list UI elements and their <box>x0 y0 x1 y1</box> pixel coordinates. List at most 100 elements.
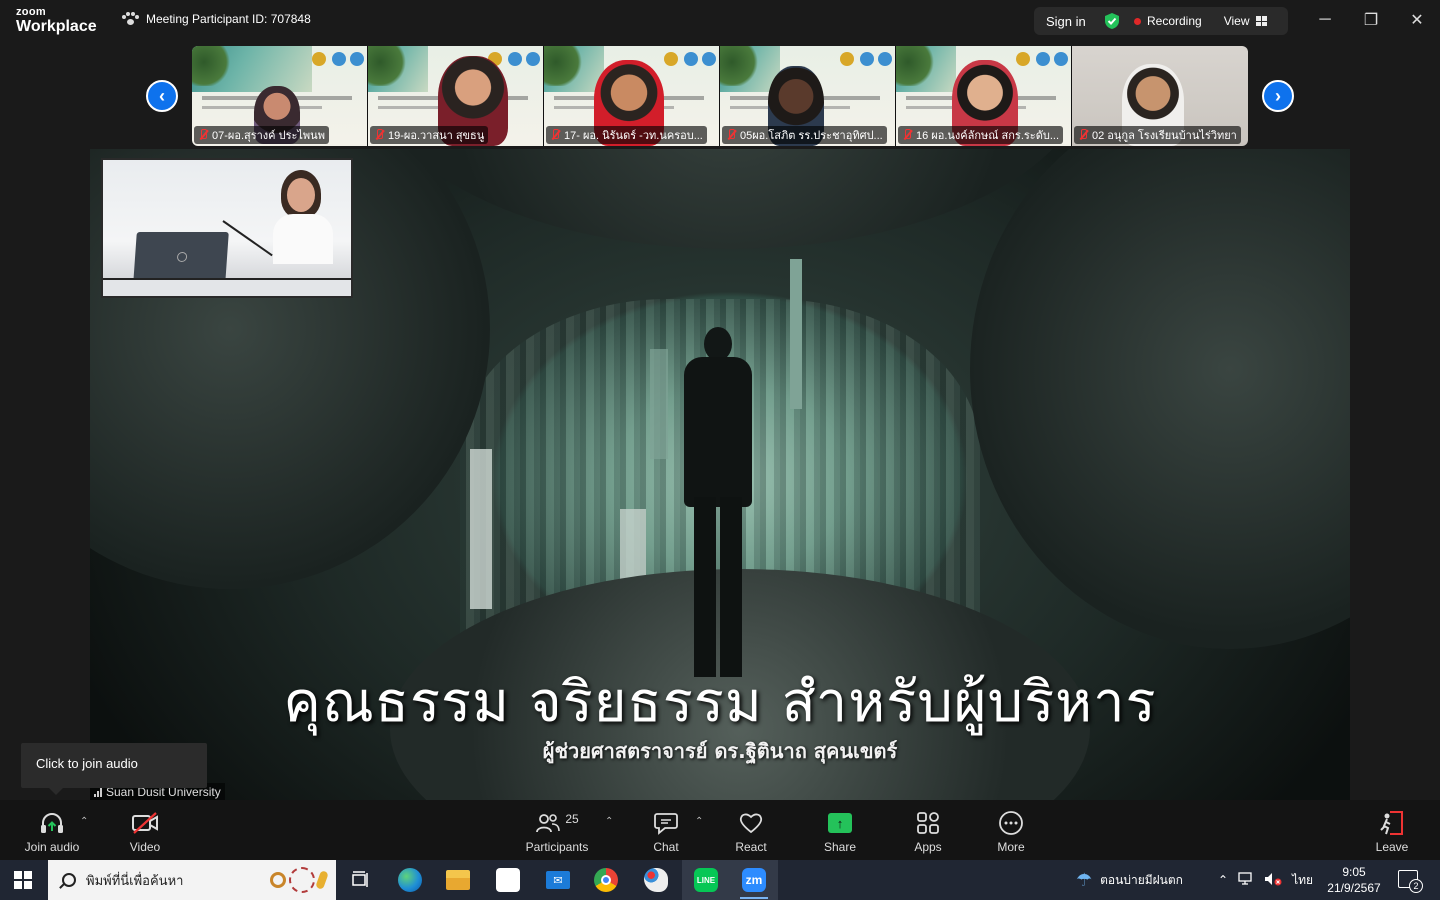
search-highlight-icon <box>270 866 330 894</box>
sign-in-button[interactable]: Sign in <box>1034 14 1104 29</box>
close-button[interactable]: ✕ <box>1402 8 1432 32</box>
top-right-controls: Sign in Recording View <box>1034 7 1288 35</box>
participants-icon: 25 <box>535 810 579 836</box>
chrome-browser-icon[interactable] <box>582 860 630 900</box>
share-button[interactable]: ↑ Share <box>818 810 862 856</box>
shield-check-icon[interactable] <box>1104 12 1120 30</box>
participant-tile[interactable]: 17- ผอ. นิรันดร์ -วท.นครอบ... <box>544 46 720 146</box>
participant-tile[interactable]: 07-ผอ.สุรางค์ ประไพนพ <box>192 46 368 146</box>
system-tray: ⌃ ไทย <box>1218 860 1313 900</box>
title-bar: zoom Workplace Meeting Participant ID: 7… <box>0 0 1440 42</box>
recording-dot-icon <box>1134 17 1141 25</box>
participant-name-label: 05ผอ.โสภิต รร.ประชาอุทิศป... <box>722 126 887 144</box>
laptop-shape <box>133 232 229 284</box>
join-audio-button[interactable]: Join audio <box>22 810 82 856</box>
mic-muted-icon <box>550 129 560 141</box>
slide-subtitle: ผู้ช่วยศาสตราจารย์ ดร.ฐิตินาถ สุคนเขตร์ <box>542 739 898 763</box>
mic-muted-icon <box>1078 129 1088 141</box>
microsoft-store-icon[interactable] <box>484 860 532 900</box>
minimize-button[interactable]: ─ <box>1310 8 1340 32</box>
participant-count: 25 <box>565 812 579 826</box>
zoom-app-icon[interactable]: zm <box>730 860 778 900</box>
zoom-workplace-logo: zoom Workplace <box>16 7 97 35</box>
video-button[interactable]: Video <box>120 810 170 856</box>
recording-indicator[interactable]: Recording <box>1134 14 1202 28</box>
more-dots-icon <box>998 810 1024 836</box>
meeting-toolbar: Join audio ⌃ Video 25 Participants ⌃ Cha… <box>0 800 1440 860</box>
chat-icon <box>653 810 679 836</box>
participant-name-label: 02 อนุกูล โรงเรียนบ้านไร่วิทยา <box>1074 126 1241 144</box>
maximize-button[interactable]: ❐ <box>1356 8 1386 32</box>
paint-app-icon[interactable] <box>632 860 680 900</box>
view-label: View <box>1223 14 1250 28</box>
mic-muted-icon <box>902 129 912 141</box>
signal-bars-icon <box>94 787 102 797</box>
mic-muted-icon <box>374 129 384 141</box>
participant-gallery: 07-ผอ.สุรางค์ ประไพนพ 19-ผอ.วาสนา สุขธนู… <box>192 46 1248 146</box>
tray-chevron-up-icon[interactable]: ⌃ <box>1218 873 1228 887</box>
windows-start-icon[interactable] <box>14 871 32 889</box>
participant-tile[interactable]: 16 ผอ.นงค์ลักษณ์ สกร.ระดับ... <box>896 46 1072 146</box>
share-screen-icon: ↑ <box>828 810 852 836</box>
audio-options-caret[interactable]: ⌃ <box>80 816 88 827</box>
participants-options-caret[interactable]: ⌃ <box>605 816 613 827</box>
grid-view-icon <box>1255 16 1267 26</box>
windows-taskbar: พิมพ์ที่นี่เพื่อค้นหา ✉ LINE zm ☂ ตอนบ่า… <box>0 860 1440 900</box>
notification-center-icon[interactable]: 2 <box>1398 870 1423 893</box>
speaker-muted-icon[interactable] <box>1264 872 1282 889</box>
presenter-person <box>273 170 333 264</box>
gallery-next-button[interactable]: › <box>1262 80 1294 112</box>
paw-icon <box>122 12 139 26</box>
participant-tile[interactable]: 19-ผอ.วาสนา สุขธนู <box>368 46 544 146</box>
participants-button[interactable]: 25 Participants <box>522 810 592 856</box>
react-button[interactable]: React <box>728 810 774 856</box>
search-placeholder: พิมพ์ที่นี่เพื่อค้นหา <box>86 872 184 888</box>
taskbar-clock[interactable]: 9:05 21/9/2567 <box>1322 864 1386 896</box>
search-icon <box>62 873 76 887</box>
network-icon[interactable] <box>1238 871 1254 889</box>
file-explorer-icon[interactable] <box>434 860 482 900</box>
clock-time: 9:05 <box>1342 865 1366 879</box>
heart-icon <box>738 810 764 836</box>
mic-muted-icon <box>198 129 208 141</box>
taskbar-search-box[interactable]: พิมพ์ที่นี่เพื่อค้นหา <box>48 860 336 900</box>
slide-title: คุณธรรม จริยธรรม สำหรับผู้บริหาร <box>283 670 1157 735</box>
cave-rock <box>370 149 1090 249</box>
microphone-stand <box>222 220 273 257</box>
mail-icon[interactable]: ✉ <box>534 860 582 900</box>
apps-button[interactable]: Apps <box>906 810 950 856</box>
desk-shape <box>103 278 351 296</box>
headphones-icon <box>39 810 65 836</box>
line-app-icon[interactable]: LINE <box>682 860 730 900</box>
participant-name-label: 19-ผอ.วาสนา สุขธนู <box>370 126 489 144</box>
clock-date: 21/9/2567 <box>1327 881 1381 895</box>
gallery-prev-button[interactable]: ‹ <box>146 80 178 112</box>
weather-text: ตอนบ่ายมีฝนตก <box>1100 872 1183 887</box>
participant-name-label: 07-ผอ.สุรางค์ ประไพนพ <box>194 126 329 144</box>
participant-tile[interactable]: 05ผอ.โสภิต รร.ประชาอุทิศป... <box>720 46 896 146</box>
presenter-video[interactable] <box>101 158 353 298</box>
participant-tile[interactable]: 02 อนุกูล โรงเรียนบ้านไร่วิทยา <box>1072 46 1248 146</box>
apps-icon <box>916 810 940 836</box>
leave-door-icon <box>1378 810 1406 836</box>
weather-widget[interactable]: ☂ ตอนบ่ายมีฝนตก <box>1076 860 1183 900</box>
task-view-icon[interactable] <box>336 860 384 900</box>
join-audio-tooltip[interactable]: Click to join audio <box>21 743 207 795</box>
cave-rock <box>970 149 1350 649</box>
chat-options-caret[interactable]: ⌃ <box>695 816 703 827</box>
view-button[interactable]: View <box>1224 14 1267 28</box>
chat-button[interactable]: Chat <box>644 810 688 856</box>
notification-count: 2 <box>1409 879 1423 893</box>
participant-name-label: 17- ผอ. นิรันดร์ -วท.นครอบ... <box>546 126 707 144</box>
participant-name-label: 16 ผอ.นงค์ลักษณ์ สกร.ระดับ... <box>898 126 1064 144</box>
input-language[interactable]: ไทย <box>1292 871 1313 890</box>
rain-umbrella-icon: ☂ <box>1076 869 1093 890</box>
logo-workplace-text: Workplace <box>16 18 97 35</box>
more-button[interactable]: More <box>989 810 1033 856</box>
leave-button[interactable]: Leave <box>1372 810 1412 856</box>
recording-label: Recording <box>1147 14 1202 28</box>
edge-browser-icon[interactable] <box>386 860 434 900</box>
meeting-info[interactable]: Meeting Participant ID: 707848 <box>122 12 311 26</box>
mic-muted-icon <box>726 129 736 141</box>
tower-shape <box>470 449 492 609</box>
